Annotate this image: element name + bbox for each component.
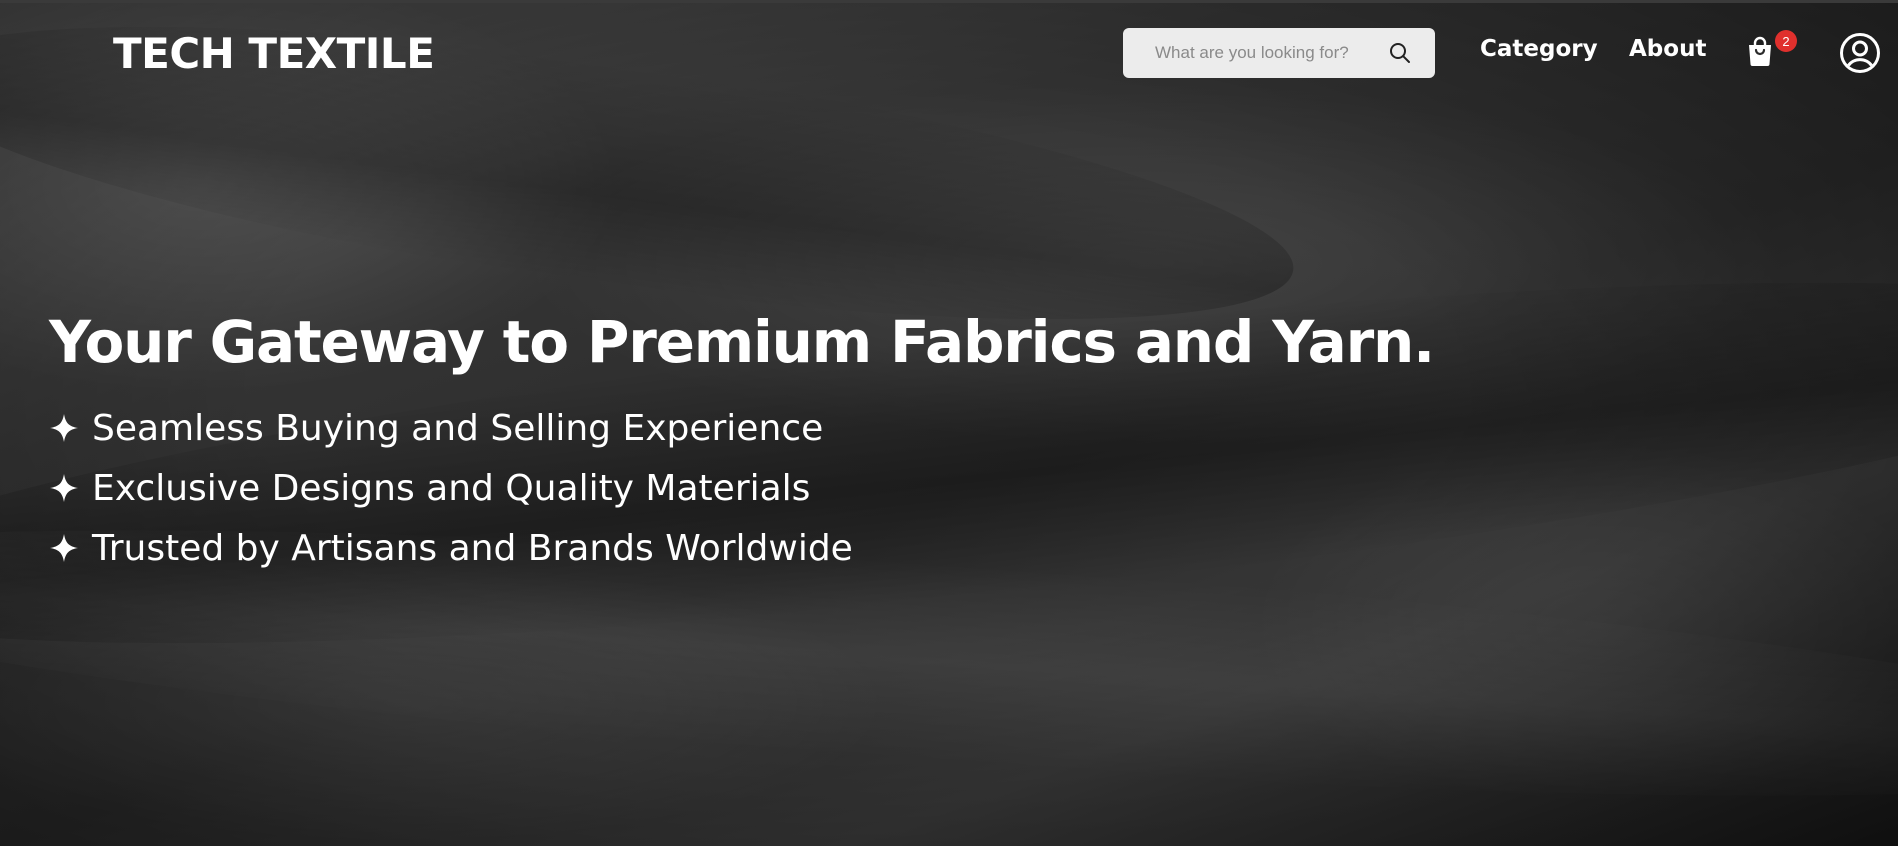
user-circle-icon[interactable] [1839,32,1881,74]
nav-about-link[interactable]: About [1629,36,1706,62]
feature-text: Seamless Buying and Selling Experience [92,407,824,449]
feature-text: Exclusive Designs and Quality Materials [92,467,811,509]
site-logo[interactable]: TECH TEXTILE [113,29,435,78]
list-item: Trusted by Artisans and Brands Worldwide [49,518,853,578]
list-item: Seamless Buying and Selling Experience [49,398,853,458]
hero-headline: Your Gateway to Premium Fabrics and Yarn… [49,308,1435,376]
shopping-bag-icon[interactable] [1745,35,1775,67]
sparkle-icon [50,414,78,442]
search-bar [1123,28,1435,78]
search-input[interactable] [1153,42,1357,64]
sparkle-icon [50,474,78,502]
nav-category-link[interactable]: Category [1480,36,1598,62]
hero-section: TECH TEXTILE Category About 2 Your Gatew… [0,0,1898,846]
sparkle-icon [50,534,78,562]
feature-list: Seamless Buying and Selling Experience E… [49,398,853,578]
cart-count-badge: 2 [1775,30,1797,52]
search-icon[interactable] [1387,40,1413,66]
list-item: Exclusive Designs and Quality Materials [49,458,853,518]
feature-text: Trusted by Artisans and Brands Worldwide [92,527,853,569]
